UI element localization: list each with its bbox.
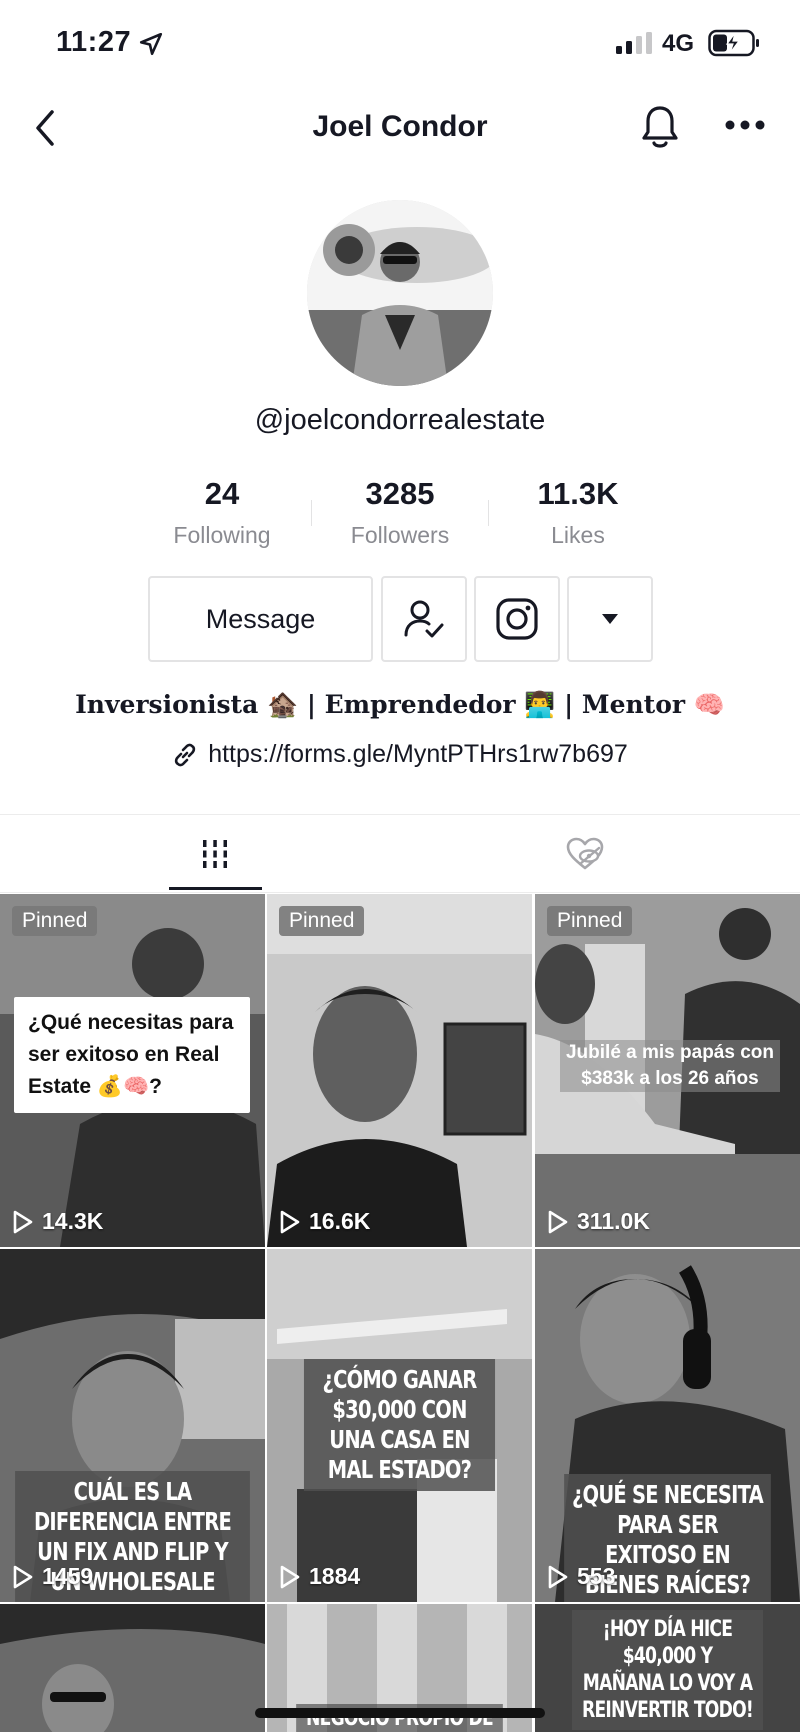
user-check-icon: [404, 600, 444, 638]
view-count: 14.3K: [12, 1208, 103, 1235]
play-icon: [548, 1210, 568, 1233]
more-icon[interactable]: [724, 118, 766, 132]
video-caption: ¿Qué necesitas para ser exitoso en Real …: [14, 997, 250, 1113]
stat-likes[interactable]: 11.3K Likes: [493, 476, 663, 549]
pinned-badge: Pinned: [279, 906, 365, 936]
top-nav: Joel Condor: [0, 90, 800, 170]
page-title: Joel Condor: [312, 110, 488, 143]
view-count-value: 1459: [42, 1563, 94, 1589]
stat-followers-label: Followers: [350, 522, 450, 548]
grid-icon: [203, 840, 227, 868]
stat-following[interactable]: 24 Following: [137, 476, 307, 549]
tab-liked[interactable]: [385, 815, 785, 893]
profile-stats: 24 Following 3285 Followers 11.3K Likes: [0, 476, 800, 549]
instagram-icon: [496, 598, 538, 640]
profile-tabs: [0, 815, 800, 893]
play-icon: [280, 1565, 300, 1588]
video-caption: ¡HOY DÍA HICE $40,000 Y MAÑANA LO VOY A …: [571, 1610, 764, 1730]
avatar[interactable]: [307, 200, 493, 386]
video-thumbnail[interactable]: Pinned 16.6K: [267, 894, 532, 1247]
video-thumbnail[interactable]: ¡HOY DÍA HICE $40,000 Y MAÑANA LO VOY A …: [535, 1604, 800, 1732]
view-count: 553: [547, 1563, 615, 1590]
status-time: 11:27: [56, 26, 132, 58]
play-icon: [280, 1210, 300, 1233]
view-count: 1459: [12, 1563, 93, 1590]
video-caption: Jubilé a mis papás con $383k a los 26 añ…: [560, 1040, 780, 1092]
divider: [0, 892, 800, 893]
profile-username: @joelcondorrealestate: [254, 404, 546, 436]
view-count-value: 553: [577, 1563, 616, 1589]
battery-charging-icon: [708, 29, 759, 57]
tab-videos[interactable]: [15, 815, 415, 893]
play-icon: [13, 1210, 33, 1233]
view-count: 311.0K: [547, 1208, 650, 1235]
stat-divider: [488, 500, 489, 526]
video-thumbnail[interactable]: Pinned ¿Qué necesitas para ser exitoso e…: [0, 894, 265, 1247]
video-thumbnail-image: [0, 1604, 265, 1732]
caret-down-icon: [602, 614, 618, 624]
view-count-value: 16.6K: [309, 1208, 371, 1234]
view-count-value: 14.3K: [42, 1208, 104, 1234]
stat-followers[interactable]: 3285 Followers: [315, 476, 485, 549]
video-thumbnail[interactable]: [0, 1604, 265, 1732]
more-options-button[interactable]: [567, 576, 653, 662]
video-caption: ¿CÓMO GANAR $30,000 CON UNA CASA EN MAL …: [303, 1359, 496, 1491]
view-count: 1884: [279, 1563, 360, 1590]
pinned-badge: Pinned: [12, 906, 98, 936]
message-button[interactable]: Message: [148, 576, 373, 662]
view-count-value: 311.0K: [577, 1208, 650, 1234]
avatar-image: [307, 200, 493, 386]
stat-following-label: Following: [173, 522, 271, 548]
status-bar: 11:27 4G: [0, 0, 800, 90]
play-icon: [548, 1565, 568, 1588]
profile-link-text: https://forms.gle/MyntPTHrs1rw7b697: [208, 740, 628, 768]
instagram-button[interactable]: [474, 576, 560, 662]
hidden-heart-icon: [566, 837, 604, 870]
profile-link[interactable]: https://forms.gle/MyntPTHrs1rw7b697: [0, 740, 800, 769]
stat-following-value: 24: [204, 476, 240, 511]
pinned-badge: Pinned: [547, 906, 633, 936]
video-thumbnail[interactable]: CUÁL ES LA DIFERENCIA ENTRE UN FIX AND F…: [0, 1249, 265, 1602]
stat-likes-label: Likes: [551, 522, 605, 548]
profile-bio: Inversionista 🏚️ | Emprendedor 👨‍💻 | Men…: [75, 690, 725, 719]
tab-active-indicator: [169, 887, 262, 890]
link-icon: [175, 743, 196, 766]
stat-divider: [311, 500, 312, 526]
view-count-value: 1884: [309, 1563, 361, 1589]
video-thumbnail-image: [267, 894, 532, 1247]
location-arrow-icon: [139, 32, 163, 56]
video-thumbnail[interactable]: ¿QUÉ SE NECESITA PARA SER EXITOSO EN BIE…: [535, 1249, 800, 1602]
video-thumbnail[interactable]: ¿CÓMO GANAR $30,000 CON UNA CASA EN MAL …: [267, 1249, 532, 1602]
view-count: 16.6K: [279, 1208, 370, 1235]
play-icon: [13, 1565, 33, 1588]
bell-icon[interactable]: [640, 104, 680, 150]
video-thumbnail[interactable]: Pinned Jubilé a mis papás con $383k a lo…: [535, 894, 800, 1247]
signal-icon: [616, 32, 652, 54]
home-indicator: [255, 1708, 545, 1718]
network-label: 4G: [662, 30, 695, 57]
follow-status-button[interactable]: [381, 576, 467, 662]
stat-followers-value: 3285: [365, 476, 435, 511]
stat-likes-value: 11.3K: [537, 476, 619, 511]
